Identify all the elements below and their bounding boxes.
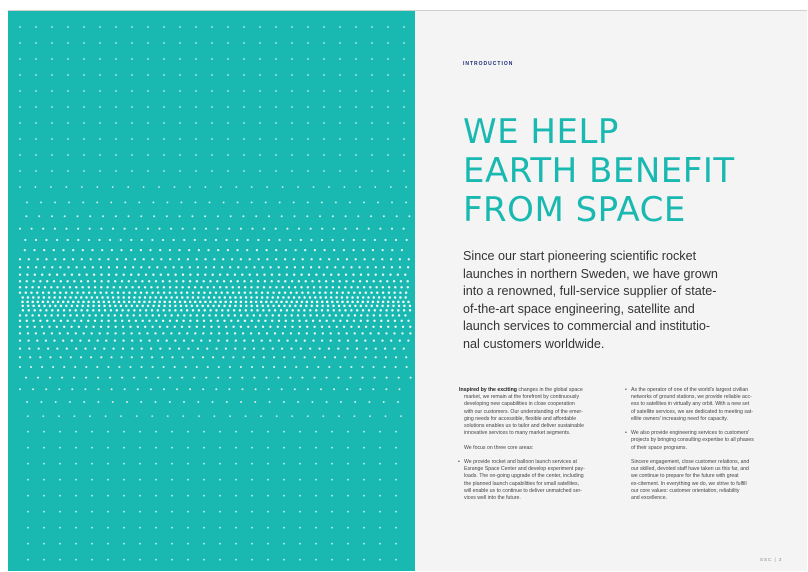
body-line: our core values: customer orientation, r…: [631, 487, 740, 494]
bullet-icon: •: [625, 387, 627, 393]
lede-line: of-the-art space engineering, satellite …: [463, 301, 695, 316]
body-line: ellite owners' increasing need for capac…: [631, 415, 728, 422]
bullet-icon: •: [625, 430, 627, 437]
body-line: the planned launch capabilities for smal…: [464, 480, 580, 487]
headline: WE HELP EARTH BENEFIT FROM SPACE: [463, 113, 783, 230]
body-line: ex-citement. In everything we do, we str…: [631, 480, 747, 487]
body-line: As the operator of one of the world's la…: [631, 387, 749, 393]
lede-line: launch services to commercial and instit…: [463, 319, 711, 334]
bullet-item: • We provide rocket and balloon launch s…: [458, 459, 619, 502]
body-column-left: Inspired by the exciting changes in the …: [458, 387, 619, 502]
body-line: Sincere engagement, close customer relat…: [631, 459, 750, 465]
dot-pattern-graphic: [18, 26, 412, 561]
headline-line: FROM SPACE: [463, 190, 686, 230]
body-line: vices well into the future.: [464, 495, 521, 502]
body-line: ess to satellites in virtually any orbit…: [631, 401, 750, 408]
body-line: of their space programs.: [631, 444, 687, 451]
body-line: innovative services to many market segme…: [464, 430, 571, 437]
body-line: we continue to prepare for the future wi…: [631, 473, 739, 480]
body-column-right: • As the operator of one of the world's …: [625, 387, 786, 502]
dot-pattern-panel: [8, 11, 415, 571]
lede-line: nal customers worldwide.: [463, 336, 605, 351]
section-label: INTRODUCTION: [463, 61, 514, 67]
headline-line: EARTH BENEFIT: [463, 151, 735, 191]
bullet-item: • As the operator of one of the world's …: [625, 387, 786, 423]
body-line: loads. The on-going upgrade of the cente…: [464, 473, 584, 480]
bullet-icon: •: [458, 459, 460, 465]
body-line: Inspired by the exciting changes in the …: [459, 387, 619, 394]
body-line: solutions enables us to tailor and deliv…: [464, 423, 584, 430]
lede-line: launches in northern Sweden, we have gro…: [463, 266, 718, 281]
body-line: We provide rocket and balloon launch ser…: [464, 459, 577, 465]
body-line: with our customers. Our understanding of…: [464, 408, 583, 415]
headline-line: WE HELP: [463, 112, 619, 152]
body-line: and excellence.: [631, 495, 668, 502]
page-folio: SSC | 3: [760, 557, 783, 562]
bullet-item: • We also provide engineering services t…: [625, 430, 786, 452]
text-page: INTRODUCTION WE HELP EARTH BENEFIT FROM …: [415, 11, 807, 571]
body-line: We focus on three core areas:: [464, 444, 534, 451]
body-line: Esrange Space Center and develop experim…: [464, 466, 585, 473]
lede-paragraph: Since our start pioneering scientific ro…: [463, 248, 763, 354]
lede-line: Since our start pioneering scientific ro…: [463, 249, 697, 263]
body-line: market, we remain at the forefront by co…: [464, 394, 580, 401]
body-line: of satellite services, we are dedicated …: [631, 408, 753, 415]
body-line: developing new capabilities in close coo…: [464, 401, 575, 408]
body-line: our skilled, devoted staff have taken us…: [631, 466, 749, 473]
body-line-text: changes in the global space: [516, 387, 583, 393]
body-line: networks of ground stations, we provide …: [631, 394, 752, 401]
body-line: will enable us to continue to deliver un…: [464, 487, 582, 494]
body-lead-in: Inspired by the exciting: [459, 387, 517, 393]
page-spread: INTRODUCTION WE HELP EARTH BENEFIT FROM …: [8, 10, 807, 571]
lede-line: into a renowned, full-service supplier o…: [463, 284, 717, 299]
body-line: We also provide engineering services to …: [631, 430, 750, 437]
body-line: ging needs for accessible, flexible and …: [464, 415, 577, 422]
body-line: projects by bringing consulting expertis…: [631, 437, 754, 444]
